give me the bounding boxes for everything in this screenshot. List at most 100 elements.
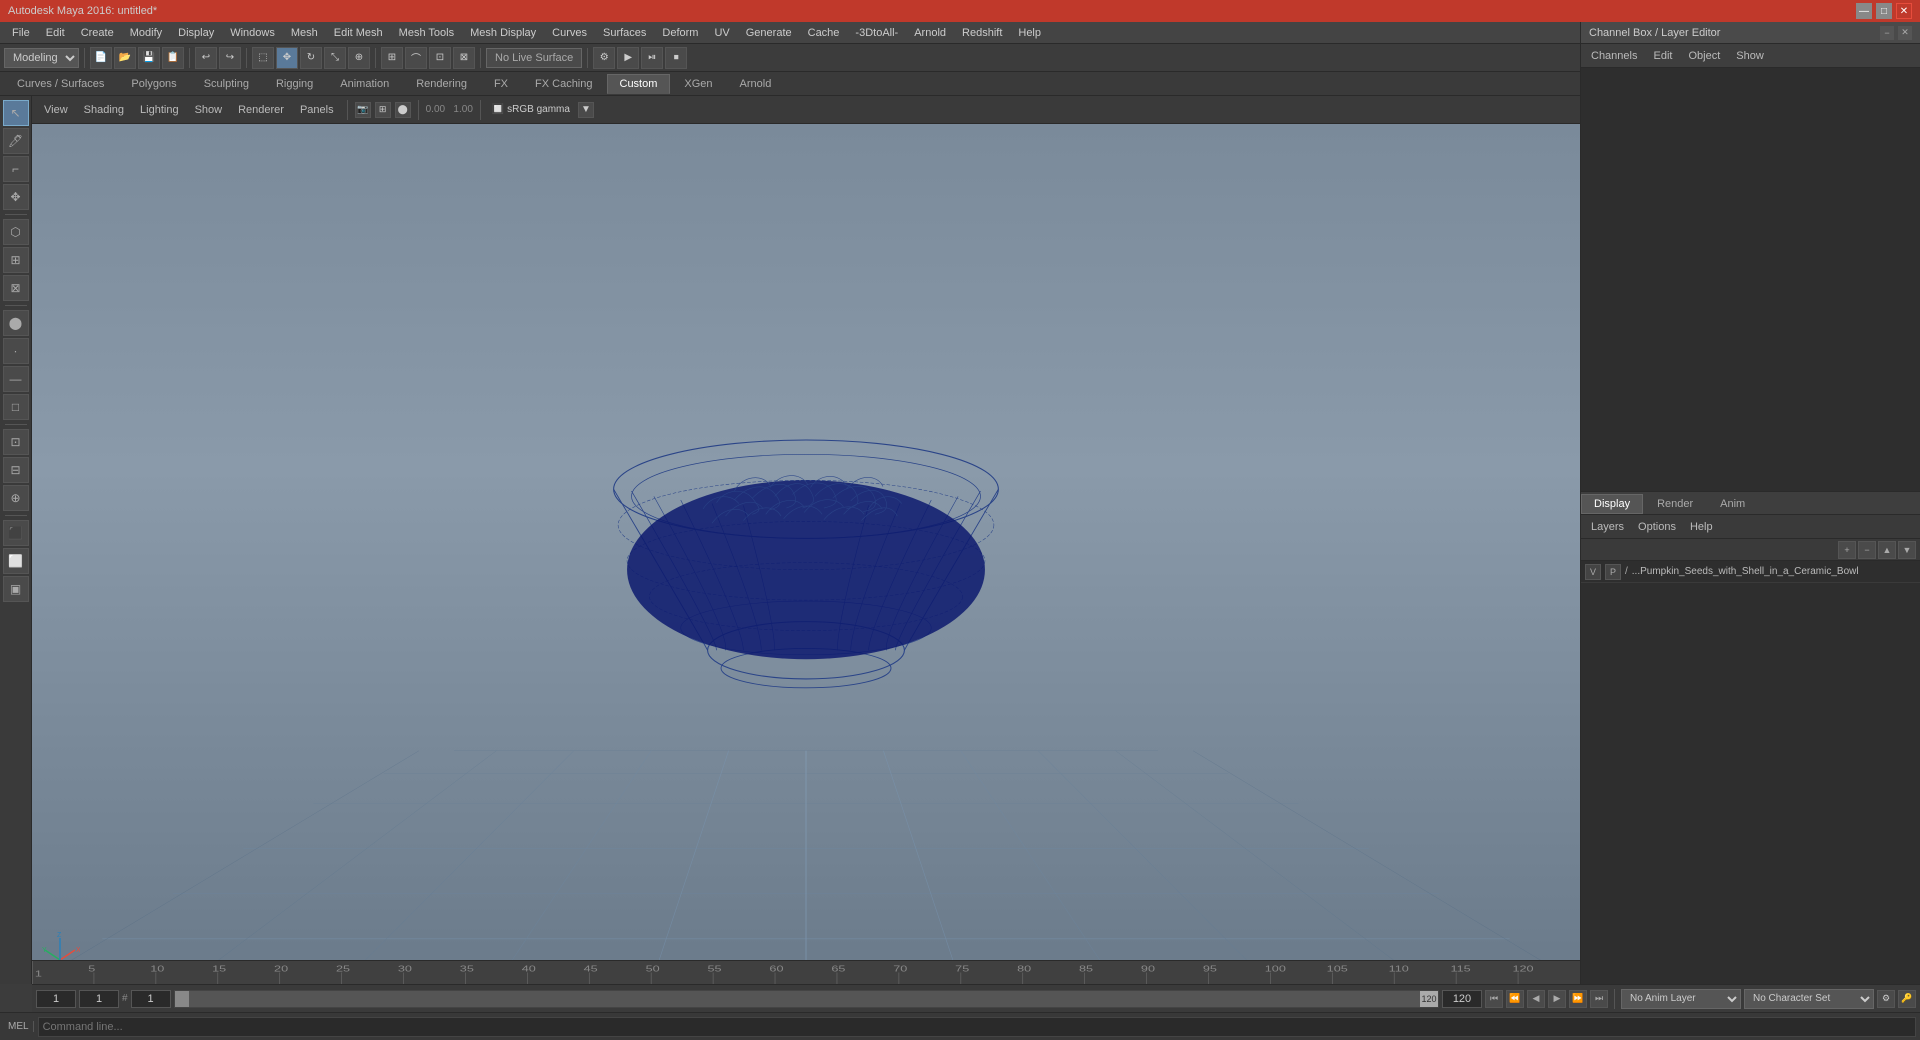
menu-cache[interactable]: Cache <box>800 25 848 41</box>
tool1[interactable]: ⬛ <box>3 520 29 546</box>
char-set-select[interactable]: No Character Set <box>1744 989 1874 1009</box>
le-options[interactable]: Options <box>1632 519 1682 535</box>
tab-fx-caching[interactable]: FX Caching <box>522 74 605 93</box>
le-new-layer[interactable]: + <box>1838 541 1856 559</box>
le-move-up[interactable]: ▲ <box>1878 541 1896 559</box>
tab-fx[interactable]: FX <box>481 74 521 93</box>
minimize-button[interactable]: — <box>1856 3 1872 19</box>
open-scene-button[interactable]: 📂 <box>114 47 136 69</box>
tab-polygons[interactable]: Polygons <box>118 74 189 93</box>
face-mode[interactable]: □ <box>3 394 29 420</box>
no-live-surface-button[interactable]: No Live Surface <box>486 48 582 68</box>
menu-windows[interactable]: Windows <box>222 25 283 41</box>
menu-mesh[interactable]: Mesh <box>283 25 326 41</box>
grid-snap[interactable]: ⊠ <box>3 275 29 301</box>
tab-xgen[interactable]: XGen <box>671 74 725 93</box>
menu-modify[interactable]: Modify <box>122 25 170 41</box>
mode-dropdown[interactable]: Modeling <box>4 48 79 68</box>
renderer-menu[interactable]: Renderer <box>232 102 290 118</box>
move-tool-side[interactable]: ✥ <box>3 184 29 210</box>
soft-select[interactable]: ⬡ <box>3 219 29 245</box>
menu-3dto-all[interactable]: -3DtoAll- <box>847 25 906 41</box>
menu-mesh-tools[interactable]: Mesh Tools <box>391 25 462 41</box>
rotate-tool[interactable]: ↻ <box>300 47 322 69</box>
anim-prefs-button[interactable]: ⚙ <box>1877 990 1895 1008</box>
snap-grid[interactable]: ⊞ <box>381 47 403 69</box>
view-menu[interactable]: View <box>38 102 74 118</box>
menu-redshift[interactable]: Redshift <box>954 25 1010 41</box>
lighting-menu[interactable]: Lighting <box>134 102 185 118</box>
menu-deform[interactable]: Deform <box>654 25 706 41</box>
paint-tool[interactable]: 🖊 <box>3 128 29 154</box>
render-settings[interactable]: ⚙ <box>593 47 615 69</box>
menu-uv[interactable]: UV <box>706 25 737 41</box>
step-forward-button[interactable]: ⏩ <box>1569 990 1587 1008</box>
playback-slider[interactable]: 120 <box>174 990 1439 1008</box>
tab-custom[interactable]: Custom <box>607 74 671 94</box>
save-scene-button[interactable]: 💾 <box>138 47 160 69</box>
tab-rigging[interactable]: Rigging <box>263 74 326 93</box>
menu-help[interactable]: Help <box>1010 25 1049 41</box>
cb-show[interactable]: Show <box>1730 48 1770 64</box>
color-mgmt-button[interactable]: ▼ <box>578 102 594 118</box>
menu-mesh-display[interactable]: Mesh Display <box>462 25 544 41</box>
tab-arnold[interactable]: Arnold <box>727 74 785 93</box>
symmetry[interactable]: ⊞ <box>3 247 29 273</box>
move-tool[interactable]: ✥ <box>276 47 298 69</box>
tab-render[interactable]: Render <box>1644 494 1706 514</box>
skip-to-start-button[interactable]: ⏮ <box>1485 990 1503 1008</box>
edge-mode[interactable]: — <box>3 366 29 392</box>
shaded-icon[interactable]: ⬤ <box>395 102 411 118</box>
cb-collapse-button[interactable]: − <box>1880 26 1894 40</box>
snap-curve[interactable]: ⌒ <box>405 47 427 69</box>
shading-menu[interactable]: Shading <box>78 102 130 118</box>
select-tool-side[interactable]: ↖ <box>3 100 29 126</box>
universal-manip[interactable]: ⊕ <box>348 47 370 69</box>
command-input[interactable] <box>38 1017 1916 1037</box>
maximize-button[interactable]: □ <box>1876 3 1892 19</box>
le-layers[interactable]: Layers <box>1585 519 1630 535</box>
auto-key-button[interactable]: 🔑 <box>1898 990 1916 1008</box>
skip-to-end-button[interactable]: ⏭ <box>1590 990 1608 1008</box>
panels-menu[interactable]: Panels <box>294 102 340 118</box>
menu-create[interactable]: Create <box>73 25 122 41</box>
menu-edit-mesh[interactable]: Edit Mesh <box>326 25 391 41</box>
select-tool[interactable]: ⬚ <box>252 47 274 69</box>
layer-playback[interactable]: P <box>1605 564 1621 580</box>
menu-arnold[interactable]: Arnold <box>906 25 954 41</box>
anim-layer-select[interactable]: No Anim Layer <box>1621 989 1741 1009</box>
play-back-button[interactable]: ◀ <box>1527 990 1545 1008</box>
menu-display[interactable]: Display <box>170 25 222 41</box>
redo-button[interactable]: ↪ <box>219 47 241 69</box>
menu-edit[interactable]: Edit <box>38 25 73 41</box>
current-frame-input[interactable] <box>79 990 119 1008</box>
ipr-render[interactable]: ⏯ <box>641 47 663 69</box>
snap-view[interactable]: ⊠ <box>453 47 475 69</box>
menu-file[interactable]: File <box>4 25 38 41</box>
cb-channels[interactable]: Channels <box>1585 48 1643 64</box>
show-options[interactable]: ⊟ <box>3 457 29 483</box>
slider-handle[interactable] <box>175 991 189 1007</box>
snap-point[interactable]: ⊡ <box>429 47 451 69</box>
menu-generate[interactable]: Generate <box>738 25 800 41</box>
undo-button[interactable]: ↩ <box>195 47 217 69</box>
cb-edit[interactable]: Edit <box>1647 48 1678 64</box>
le-help[interactable]: Help <box>1684 519 1719 535</box>
wireframe-icon[interactable]: ⊞ <box>375 102 391 118</box>
frame-hash-input[interactable] <box>131 990 171 1008</box>
play-forward-button[interactable]: ▶ <box>1548 990 1566 1008</box>
new-scene-button[interactable]: 📄 <box>90 47 112 69</box>
frame-end-input[interactable] <box>1442 990 1482 1008</box>
step-back-button[interactable]: ⏪ <box>1506 990 1524 1008</box>
tab-anim[interactable]: Anim <box>1707 494 1758 514</box>
cb-close-button[interactable]: ✕ <box>1898 26 1912 40</box>
timeline-area[interactable]: 1 5 10 15 20 25 30 35 40 45 50 55 60 65 … <box>32 960 1580 984</box>
le-delete-layer[interactable]: − <box>1858 541 1876 559</box>
display-options[interactable]: ⊡ <box>3 429 29 455</box>
viewport-canvas[interactable]: X Y Z persp <box>32 124 1580 984</box>
lasso-tool[interactable]: ⌐ <box>3 156 29 182</box>
tab-animation[interactable]: Animation <box>327 74 402 93</box>
layer-item[interactable]: V P / ...Pumpkin_Seeds_with_Shell_in_a_C… <box>1581 561 1920 583</box>
component-mode[interactable]: ⬤ <box>3 310 29 336</box>
tool2[interactable]: ⬜ <box>3 548 29 574</box>
